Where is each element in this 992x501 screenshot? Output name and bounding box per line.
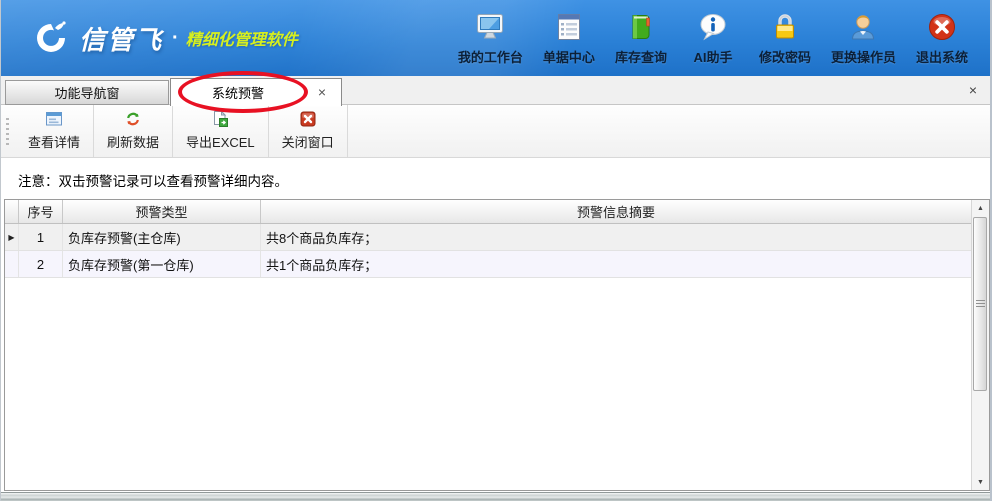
nav-item-documents[interactable]: 单据中心 [533,0,605,66]
brand-name: 信管飞 [79,20,163,57]
header-selector-cell [5,200,19,223]
brand-logo-icon [31,18,71,58]
nav-item-label: 我的工作台 [458,47,523,66]
header-seq[interactable]: 序号 [19,200,63,223]
view-details-icon [45,109,63,129]
tabstrip-close-icon[interactable]: × [964,81,982,99]
nav-item-label: 修改密码 [759,47,811,66]
toolbar: 查看详情 刷新数据 导出EX [1,105,990,158]
cell-alert-summary: 共8个商品负库存； [261,224,971,250]
nav-item-label: 退出系统 [916,47,968,66]
alerts-table: 序号 预警类型 预警信息摘要 ▶ 1 负库存预警(主仓库) 共8个商品负库存； … [4,199,990,491]
status-bar [1,492,990,501]
refresh-icon [124,109,142,129]
nav-item-ai-assistant[interactable]: AI助手 [677,0,749,66]
password-icon [769,9,801,45]
close-window-button[interactable]: 关闭窗口 [269,105,348,157]
export-excel-button[interactable]: 导出EXCEL [173,105,269,157]
refresh-data-button[interactable]: 刷新数据 [94,105,173,157]
view-details-button[interactable]: 查看详情 [15,105,94,157]
nav-item-inventory[interactable]: 库存查询 [605,0,677,66]
cell-alert-type: 负库存预警(第一仓库) [63,251,261,277]
scrollbar-grip [976,300,985,308]
header-alert-type[interactable]: 预警类型 [63,200,261,223]
export-excel-icon [211,109,229,129]
nav-item-exit[interactable]: 退出系统 [906,0,978,66]
tool-button-label: 刷新数据 [107,132,159,151]
note-text: 注意：双击预警记录可以查看预警详细内容。 [1,158,990,190]
cell-alert-summary: 共1个商品负库存； [261,251,971,277]
toolbar-grip-handle[interactable] [6,118,9,146]
header-nav: 我的工作台 单据中心 [448,0,978,76]
table-row[interactable]: ▶ 1 负库存预警(主仓库) 共8个商品负库存； [5,224,971,251]
row-selector-cell [5,251,19,277]
tab-close-icon[interactable]: × [313,83,331,101]
tool-button-label: 导出EXCEL [186,132,255,151]
scroll-down-icon[interactable]: ▼ [972,474,989,490]
cell-seq: 1 [19,224,63,250]
workstation-icon [474,9,506,45]
tab-function-navigator[interactable]: 功能导航窗 [5,80,169,105]
header-bar: 信管飞 · 精细化管理软件 我的工作台 [1,0,990,76]
operator-icon [847,9,879,45]
table-row[interactable]: 2 负库存预警(第一仓库) 共1个商品负库存； [5,251,971,278]
tool-button-label: 关闭窗口 [282,132,334,151]
nav-item-label: 单据中心 [543,47,595,66]
application-window: 信管飞 · 精细化管理软件 我的工作台 [0,0,992,501]
tab-strip: 功能导航窗 系统预警 × × [1,76,990,105]
inventory-icon [625,9,657,45]
tool-button-label: 查看详情 [28,132,80,151]
nav-item-workstation[interactable]: 我的工作台 [448,0,533,66]
row-selector-arrow: ▶ [5,224,19,250]
header-alert-summary[interactable]: 预警信息摘要 [261,200,971,223]
close-window-icon [299,109,317,129]
cell-seq: 2 [19,251,63,277]
nav-item-operator[interactable]: 更换操作员 [821,0,906,66]
scroll-up-icon[interactable]: ▲ [972,200,989,216]
table-header-row: 序号 预警类型 预警信息摘要 [5,200,971,224]
brand-tagline: 精细化管理软件 [186,26,298,50]
brand-separator: · [172,27,179,50]
nav-item-label: 更换操作员 [831,47,896,66]
tab-system-alerts[interactable]: 系统预警 × [170,78,342,106]
ai-assistant-icon [697,9,729,45]
vertical-scrollbar[interactable]: ▲ ▼ [971,200,989,490]
documents-icon [553,9,585,45]
note-area: 注意：双击预警记录可以查看预警详细内容。 [1,158,990,199]
alerts-table-body: 序号 预警类型 预警信息摘要 ▶ 1 负库存预警(主仓库) 共8个商品负库存； … [5,200,971,490]
nav-item-password[interactable]: 修改密码 [749,0,821,66]
nav-item-label: AI助手 [693,47,732,66]
cell-alert-type: 负库存预警(主仓库) [63,224,261,250]
tab-label: 功能导航窗 [54,83,119,102]
scrollbar-thumb[interactable] [973,217,987,391]
exit-icon [926,9,958,45]
nav-item-label: 库存查询 [615,47,667,66]
tab-label: 系统预警 [171,79,305,106]
brand: 信管飞 · 精细化管理软件 [31,18,298,58]
